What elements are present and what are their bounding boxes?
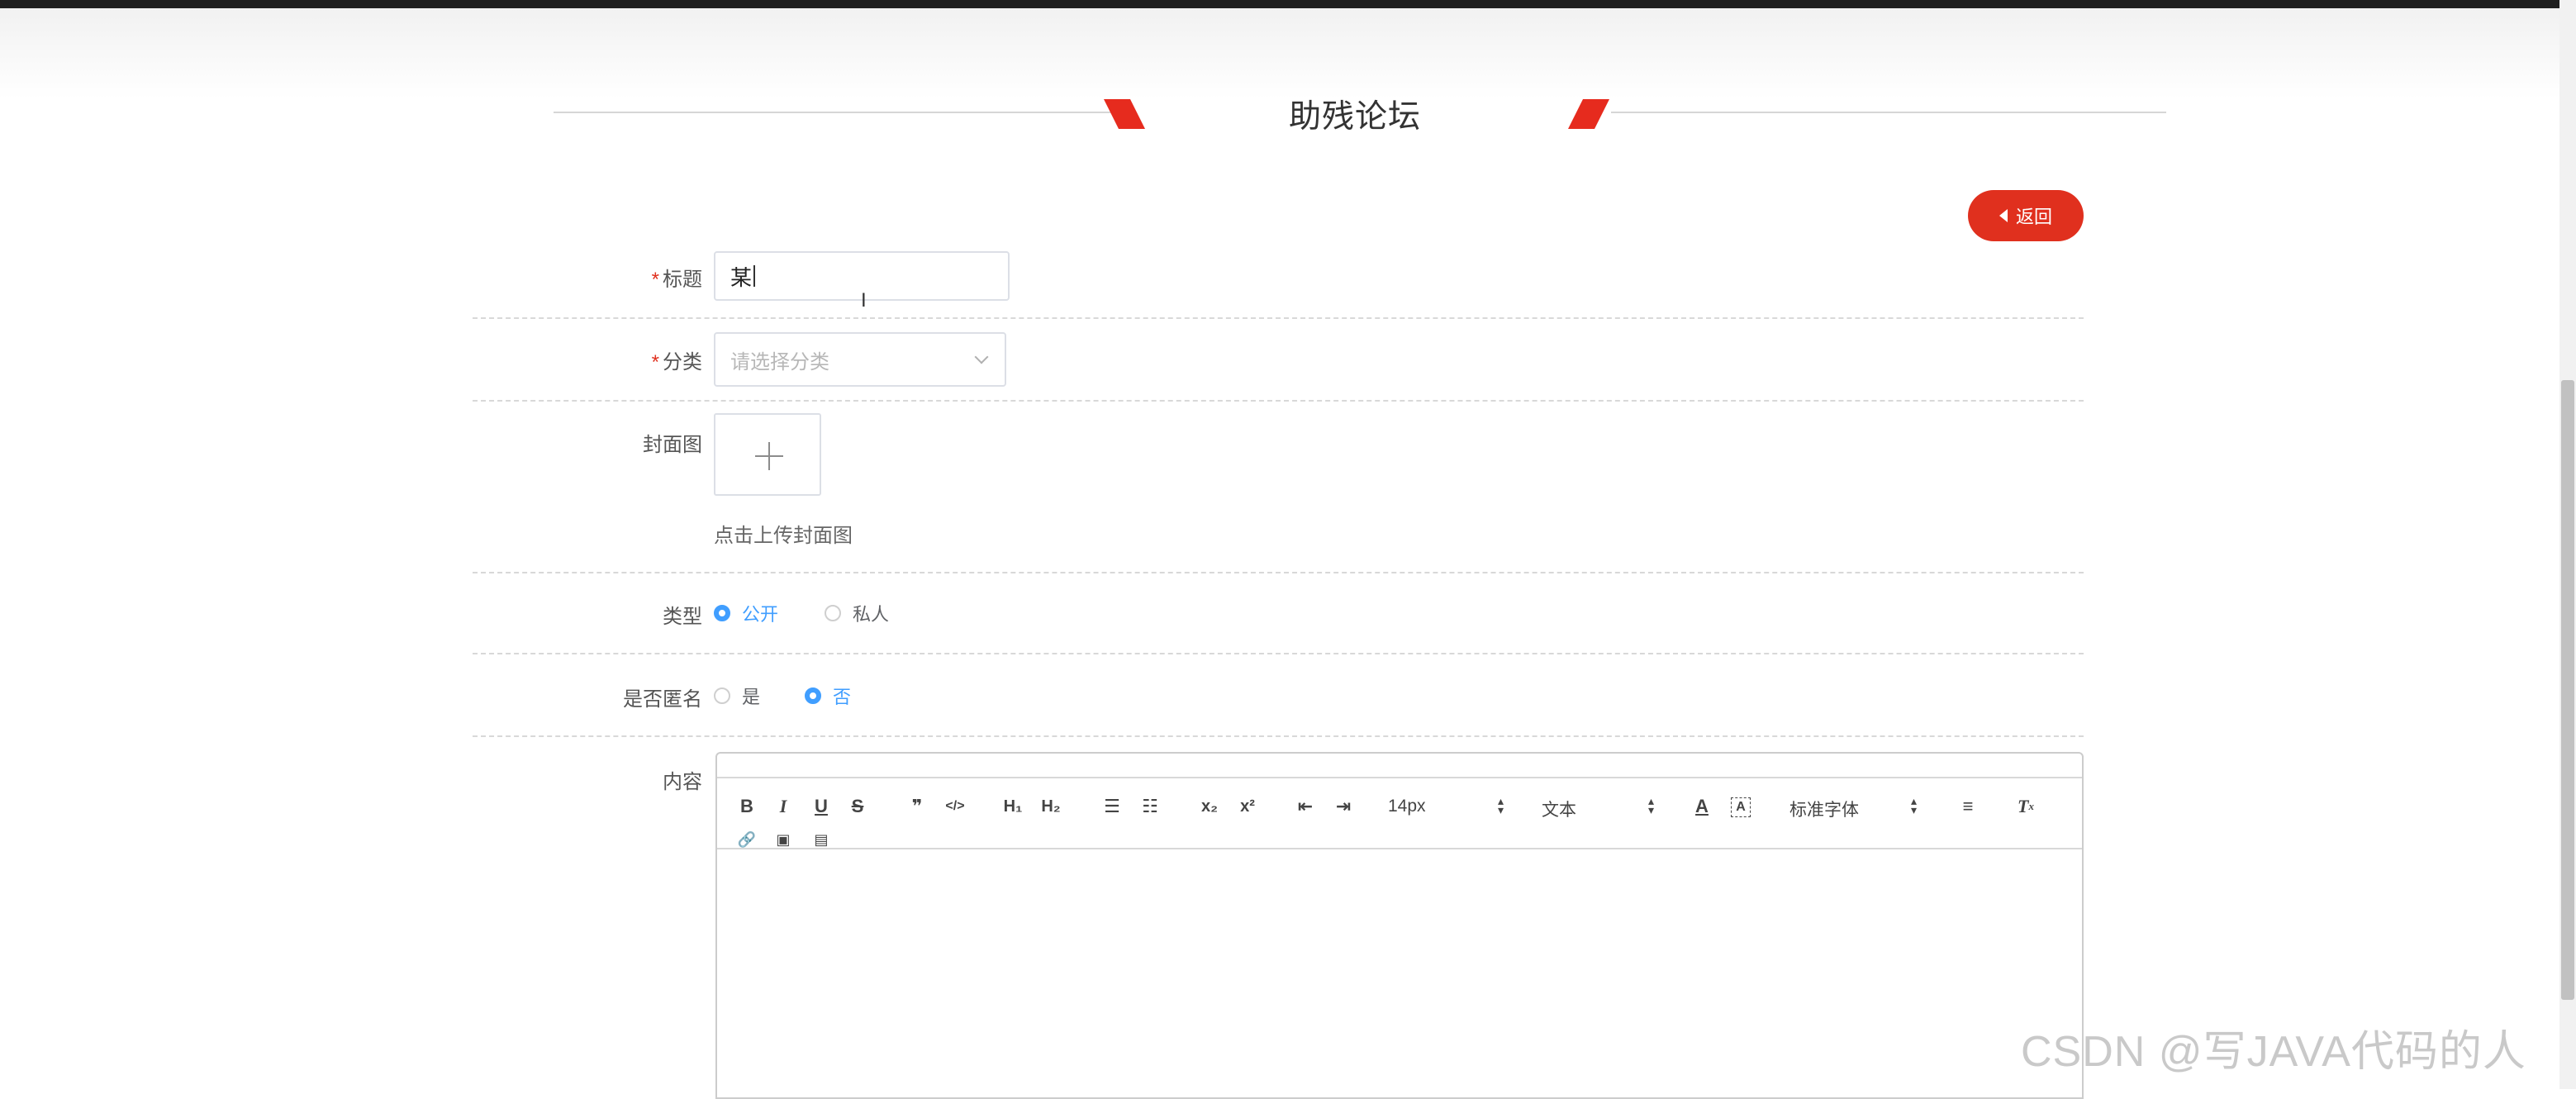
cover-label: 封面图: [643, 434, 702, 456]
updown-arrows-icon: ▴ ▾: [1647, 794, 1654, 816]
back-button[interactable]: 返回: [1968, 190, 2084, 241]
font-family-select[interactable]: 标准字体 ▴ ▾: [1789, 795, 1917, 821]
bullet-list-icon[interactable]: ☷: [1137, 793, 1163, 820]
font-color-icon[interactable]: A: [1689, 793, 1715, 820]
text-cursor-icon: I: [861, 289, 867, 312]
cover-upload-hint: 点击上传封面图: [714, 525, 853, 547]
row-divider: [473, 317, 2084, 319]
font-family-value: 标准字体: [1789, 801, 1859, 820]
type-label: 类型: [663, 606, 702, 628]
content-label: 内容: [663, 771, 702, 793]
header-decoration-right: [1568, 99, 1609, 129]
required-mark: *: [651, 269, 659, 291]
blockquote-icon[interactable]: ❞: [904, 793, 930, 820]
page-title: 助残论坛: [1288, 99, 1421, 135]
caret-left-icon: [1999, 209, 2008, 222]
underline-icon[interactable]: U: [808, 793, 834, 820]
back-button-label: 返回: [2015, 207, 2052, 227]
anonymous-radio-no[interactable]: 否: [805, 683, 851, 709]
font-size-value: 14px: [1388, 797, 1426, 816]
header-divider-left: [554, 112, 1117, 113]
video-icon[interactable]: ▤: [808, 826, 834, 853]
watermark: CSDN @写JAVA代码的人: [2021, 1028, 2526, 1076]
background-color-icon[interactable]: A: [1731, 797, 1751, 817]
code-block-icon[interactable]: </>: [942, 793, 968, 820]
row-divider: [473, 653, 2084, 654]
radio-label: 私人: [853, 604, 890, 625]
align-icon[interactable]: ≡: [1955, 793, 1981, 820]
updown-arrows-icon: ▴ ▾: [1497, 794, 1504, 816]
browser-top-bar: [0, 0, 2576, 8]
title-input-value: 某: [730, 264, 753, 290]
radio-label: 是: [742, 687, 761, 707]
rich-text-editor[interactable]: B I U S ❞ </> H₁ H₂ ☰ ☷ x₂ x² ⇤ ⇥ 14px ▴…: [715, 752, 2084, 1099]
header-decoration-left: [1104, 99, 1145, 129]
row-divider: [473, 400, 2084, 402]
image-icon[interactable]: ▣: [770, 826, 796, 853]
row-divider: [473, 572, 2084, 573]
clean-format-icon[interactable]: Tx: [2013, 793, 2039, 820]
link-icon[interactable]: 🔗: [734, 826, 760, 853]
plus-icon-vertical: [768, 442, 770, 470]
required-mark: *: [651, 351, 659, 373]
h1-icon[interactable]: H₁: [1000, 793, 1026, 820]
anonymous-radio-yes[interactable]: 是: [714, 683, 760, 709]
text-caret: [753, 265, 756, 287]
font-size-select[interactable]: 14px ▴ ▾: [1388, 795, 1504, 816]
row-divider: [473, 735, 2084, 737]
strike-icon[interactable]: S: [844, 793, 871, 820]
chevron-down-icon: [974, 350, 989, 364]
editor-toolbar: B I U S ❞ </> H₁ H₂ ☰ ☷ x₂ x² ⇤ ⇥ 14px ▴…: [717, 777, 2082, 849]
category-select[interactable]: 请选择分类: [714, 332, 1006, 387]
h2-icon[interactable]: H₂: [1038, 793, 1064, 820]
italic-icon[interactable]: I: [770, 793, 796, 820]
radio-checked-icon: [805, 687, 821, 704]
scrollbar-thumb[interactable]: [2561, 380, 2574, 1000]
radio-unchecked-icon: [825, 605, 841, 621]
superscript-icon[interactable]: x²: [1234, 793, 1261, 820]
type-radio-private[interactable]: 私人: [825, 600, 889, 626]
outdent-icon[interactable]: ⇤: [1292, 793, 1319, 820]
radio-checked-icon: [714, 605, 730, 621]
anonymous-label: 是否匿名: [623, 688, 702, 711]
header-background: [0, 8, 2576, 99]
subscript-icon[interactable]: x₂: [1196, 793, 1223, 820]
radio-label: 否: [833, 687, 852, 707]
header-divider-right: [1611, 112, 2166, 113]
title-label: * 标题: [651, 269, 702, 291]
radio-label: 公开: [742, 604, 779, 625]
category-label: * 分类: [651, 351, 702, 373]
bold-icon[interactable]: B: [734, 793, 760, 820]
indent-icon[interactable]: ⇥: [1330, 793, 1357, 820]
cover-upload-button[interactable]: [714, 413, 821, 496]
header-select-value: 文本: [1542, 801, 1576, 820]
header-select[interactable]: 文本 ▴ ▾: [1542, 794, 1654, 821]
ordered-list-icon[interactable]: ☰: [1099, 793, 1125, 820]
radio-unchecked-icon: [714, 687, 730, 704]
category-placeholder: 请选择分类: [730, 350, 829, 373]
updown-arrows-icon: ▴ ▾: [1910, 794, 1917, 816]
type-radio-public[interactable]: 公开: [714, 600, 778, 626]
